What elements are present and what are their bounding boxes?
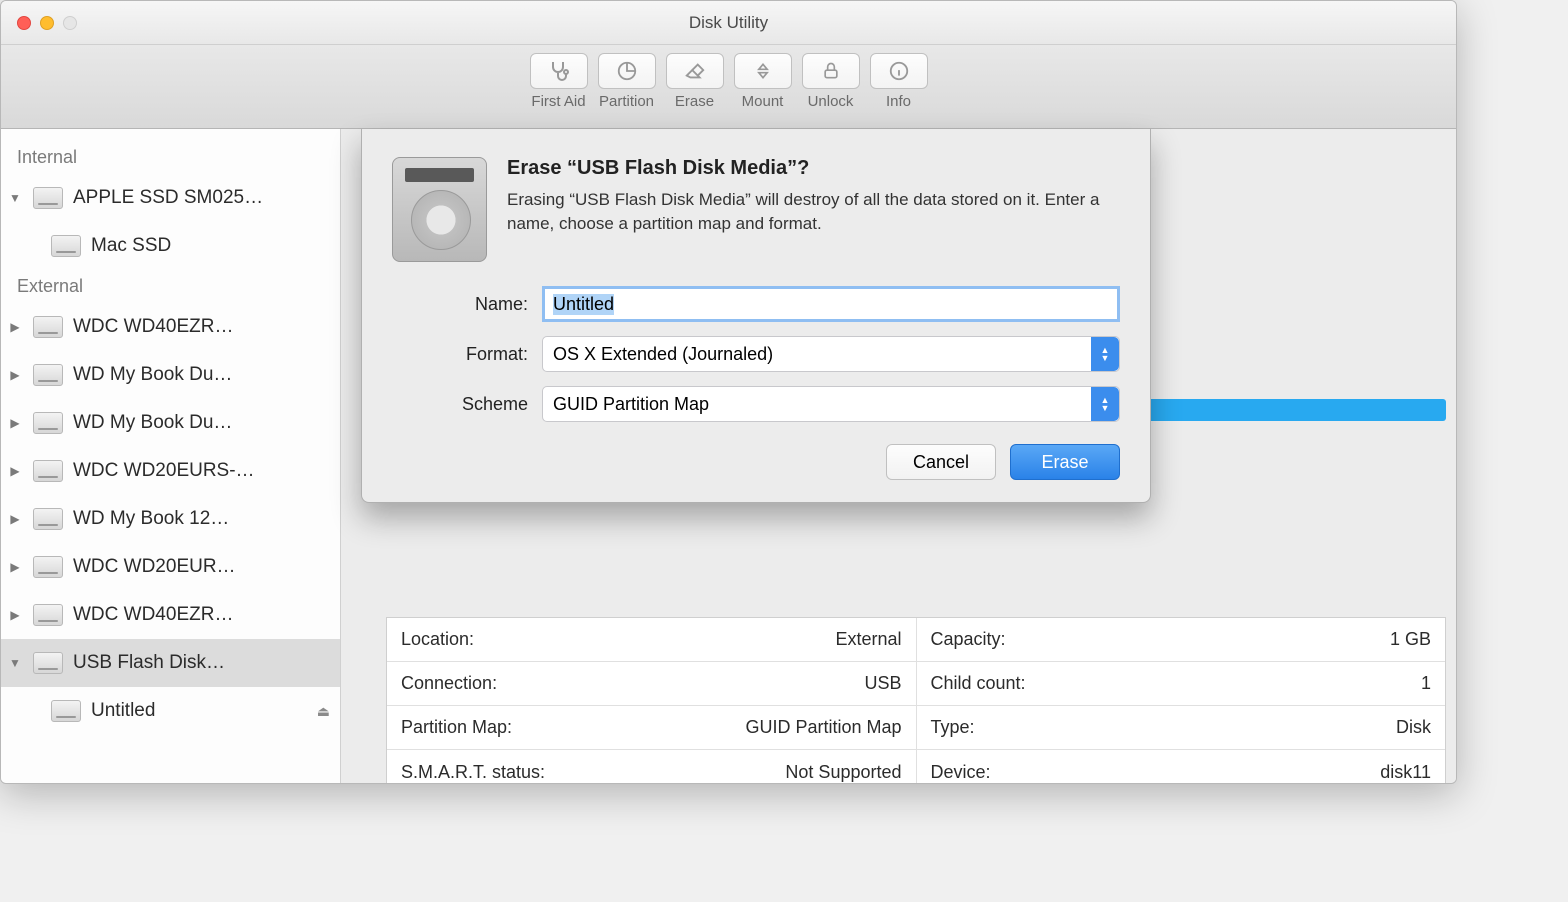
erase-icon <box>666 53 724 89</box>
detail-row: Type:Disk <box>917 706 1446 750</box>
format-label: Format: <box>392 344 542 365</box>
disclosure-triangle-icon[interactable]: ▼ <box>7 656 23 670</box>
unlock-button[interactable]: Unlock <box>802 53 860 110</box>
first-aid-button[interactable]: First Aid <box>530 53 588 110</box>
disclosure-triangle-icon[interactable]: ▼ <box>7 191 23 205</box>
sidebar-item-external-disk[interactable]: ▶ WDC WD20EUR… <box>1 543 340 591</box>
sidebar-item-external-disk[interactable]: ▶ WD My Book Du… <box>1 399 340 447</box>
sidebar-item-external-disk[interactable]: ▶ WD My Book 12… <box>1 495 340 543</box>
info-button[interactable]: Info <box>870 53 928 110</box>
mount-icon <box>734 53 792 89</box>
detail-row: Capacity:1 GB <box>917 618 1446 662</box>
lock-icon <box>802 53 860 89</box>
scheme-label: Scheme <box>392 394 542 415</box>
disclosure-triangle-icon[interactable]: ▶ <box>7 464 23 478</box>
sidebar-item-volume[interactable]: Untitled ⏏ <box>1 687 340 735</box>
disclosure-triangle-icon[interactable]: ▶ <box>7 560 23 574</box>
disclosure-triangle-icon[interactable]: ▶ <box>7 608 23 622</box>
disclosure-triangle-icon[interactable]: ▶ <box>7 368 23 382</box>
sidebar-item-external-disk[interactable]: ▶ WD My Book Du… <box>1 351 340 399</box>
drive-icon <box>51 700 81 722</box>
erase-button[interactable]: Erase <box>666 53 724 110</box>
toolbar: First Aid Partition Erase Mount Unlock <box>1 45 1456 129</box>
disclosure-triangle-icon[interactable]: ▶ <box>7 320 23 334</box>
disk-utility-window: Disk Utility First Aid Partition Erase M… <box>0 0 1457 784</box>
detail-row: Device:disk11 <box>917 750 1446 784</box>
details-table: Location:External Connection:USB Partiti… <box>386 617 1446 784</box>
drive-icon <box>33 652 63 674</box>
select-arrows-icon: ▲▼ <box>1091 337 1119 371</box>
drive-icon <box>33 556 63 578</box>
drive-icon <box>33 604 63 626</box>
disclosure-triangle-icon[interactable]: ▶ <box>7 416 23 430</box>
erase-sheet: Erase “USB Flash Disk Media”? Erasing “U… <box>361 129 1151 503</box>
cancel-button[interactable]: Cancel <box>886 444 996 480</box>
sidebar-item-usb-flash-disk[interactable]: ▼ USB Flash Disk… <box>1 639 340 687</box>
main-content: Location:External Connection:USB Partiti… <box>341 129 1456 783</box>
sidebar-item-volume[interactable]: Mac SSD <box>1 222 340 270</box>
sheet-title: Erase “USB Flash Disk Media”? <box>507 157 1120 180</box>
drive-icon <box>33 316 63 338</box>
detail-row: Child count:1 <box>917 662 1446 706</box>
drive-icon <box>33 412 63 434</box>
mount-button[interactable]: Mount <box>734 53 792 110</box>
hard-drive-icon <box>392 157 487 262</box>
name-input[interactable] <box>542 286 1120 322</box>
drive-icon <box>33 364 63 386</box>
window-title: Disk Utility <box>1 13 1456 33</box>
titlebar: Disk Utility <box>1 1 1456 45</box>
format-select[interactable]: OS X Extended (Journaled) ▲▼ <box>542 336 1120 372</box>
drive-icon <box>51 235 81 257</box>
drive-icon <box>33 187 63 209</box>
disclosure-triangle-icon[interactable]: ▶ <box>7 512 23 526</box>
detail-row: S.M.A.R.T. status:Not Supported <box>387 750 916 784</box>
sidebar-item-external-disk[interactable]: ▶ WDC WD40EZR… <box>1 591 340 639</box>
sidebar-item-external-disk[interactable]: ▶ WDC WD20EURS-… <box>1 447 340 495</box>
partition-button[interactable]: Partition <box>598 53 656 110</box>
detail-row: Connection:USB <box>387 662 916 706</box>
eject-icon[interactable]: ⏏ <box>317 703 330 720</box>
pie-icon <box>598 53 656 89</box>
sidebar-item-internal-disk[interactable]: ▼ APPLE SSD SM025… <box>1 174 340 222</box>
scheme-select[interactable]: GUID Partition Map ▲▼ <box>542 386 1120 422</box>
drive-icon <box>33 508 63 530</box>
sidebar-section-external: External <box>1 270 340 303</box>
drive-icon <box>33 460 63 482</box>
info-icon <box>870 53 928 89</box>
sidebar: Internal ▼ APPLE SSD SM025… Mac SSD Exte… <box>1 129 341 783</box>
sidebar-section-internal: Internal <box>1 141 340 174</box>
erase-confirm-button[interactable]: Erase <box>1010 444 1120 480</box>
sheet-body: Erasing “USB Flash Disk Media” will dest… <box>507 188 1120 236</box>
sidebar-item-external-disk[interactable]: ▶ WDC WD40EZR… <box>1 303 340 351</box>
detail-row: Partition Map:GUID Partition Map <box>387 706 916 750</box>
detail-row: Location:External <box>387 618 916 662</box>
select-arrows-icon: ▲▼ <box>1091 387 1119 421</box>
stethoscope-icon <box>530 53 588 89</box>
name-label: Name: <box>392 294 542 315</box>
